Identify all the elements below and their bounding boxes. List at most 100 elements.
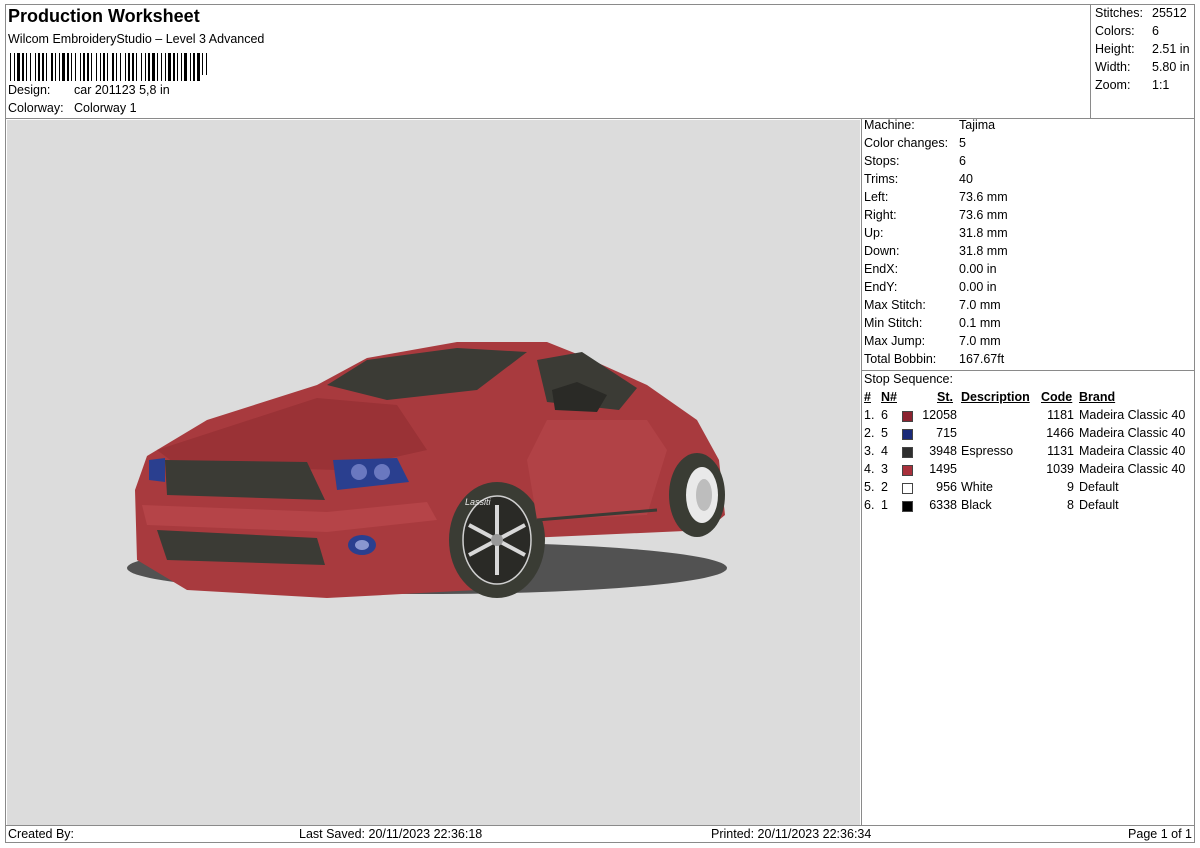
row-description: Black [961, 498, 992, 512]
height-row: Height: 2.51 in [1095, 42, 1193, 60]
row-needle: 1 [881, 498, 888, 512]
detail-value: 73.6 mm [959, 190, 1008, 204]
detail-row: Machine: Tajima [864, 118, 1194, 136]
row-num: 3. [864, 444, 875, 458]
detail-row: Trims: 40 [864, 172, 1194, 190]
zoom-value: 1:1 [1152, 78, 1170, 92]
stop-sequence-row: 3. 4 3948 Espresso 1131 Madeira Classic 40 [864, 444, 1194, 462]
stop-sequence-row: 4. 3 1495 1039 Madeira Classic 40 [864, 462, 1194, 480]
row-brand: Default [1079, 498, 1119, 512]
col-brand: Brand [1079, 390, 1116, 404]
width-row: Width: 5.80 in [1095, 60, 1193, 78]
header-divider [1090, 4, 1091, 118]
row-num: 6. [864, 498, 875, 512]
row-code: 1181 [1047, 408, 1074, 422]
detail-row: Total Bobbin: 167.67ft [864, 352, 1194, 370]
row-needle: 5 [881, 426, 888, 440]
colorway-label: Colorway: [8, 101, 64, 115]
detail-label: Left: [864, 190, 889, 204]
row-needle: 3 [881, 462, 888, 476]
design-preview: Lassiti [7, 120, 860, 825]
row-brand: Madeira Classic 40 [1079, 462, 1186, 476]
detail-label: EndY: [864, 280, 898, 294]
col-code: Code [1041, 390, 1073, 404]
wheel-brand-text: Lassiti [465, 497, 492, 507]
detail-value: 7.0 mm [959, 298, 1001, 312]
width-label: Width: [1095, 60, 1131, 74]
page-title: Production Worksheet [8, 6, 200, 26]
detail-row: EndY: 0.00 in [864, 280, 1194, 298]
stitches-label: Stitches: [1095, 6, 1143, 20]
detail-label: Color changes: [864, 136, 949, 150]
worksheet-footer: Created By: Last Saved: 20/11/2023 22:36… [5, 825, 1195, 843]
zoom-row: Zoom: 1:1 [1095, 78, 1193, 96]
stitches-value: 25512 [1152, 6, 1187, 20]
row-num: 1. [864, 408, 875, 422]
stop-sequence-row: 6. 1 6338 Black 8 Default [864, 498, 1194, 516]
detail-value: 40 [959, 172, 973, 186]
barcode-image [10, 53, 207, 81]
detail-row: Stops: 6 [864, 154, 1194, 172]
detail-label: Max Stitch: [864, 298, 926, 312]
stop-sequence-row: 1. 6 12058 1181 Madeira Classic 40 [864, 408, 1194, 426]
detail-label: Down: [864, 244, 900, 258]
detail-value: 5 [959, 136, 966, 150]
zoom-label: Zoom: [1095, 78, 1131, 92]
row-brand: Madeira Classic 40 [1079, 444, 1186, 458]
detail-label: Trims: [864, 172, 899, 186]
detail-row: Left: 73.6 mm [864, 190, 1194, 208]
printed-date: Printed: 20/11/2023 22:36:34 [711, 827, 872, 841]
col-num: # [864, 390, 871, 404]
detail-row: Color changes: 5 [864, 136, 1194, 154]
detail-label: Total Bobbin: [864, 352, 937, 366]
preview-divider [861, 118, 862, 825]
detail-row: Min Stitch: 0.1 mm [864, 316, 1194, 334]
colors-label: Colors: [1095, 24, 1135, 38]
detail-label: EndX: [864, 262, 899, 276]
col-description: Description [961, 390, 1030, 404]
color-swatch [902, 501, 913, 512]
row-num: 4. [864, 462, 875, 476]
detail-row: Right: 73.6 mm [864, 208, 1194, 226]
detail-value: 7.0 mm [959, 334, 1001, 348]
color-swatch [902, 411, 913, 422]
detail-value: 0.1 mm [959, 316, 1001, 330]
design-label: Design: [8, 83, 51, 97]
detail-value: 167.67ft [959, 352, 1005, 366]
detail-row: Max Jump: 7.0 mm [864, 334, 1194, 352]
detail-value: 73.6 mm [959, 208, 1008, 222]
page-number: Page 1 of 1 [1128, 827, 1192, 841]
row-brand: Madeira Classic 40 [1079, 426, 1186, 440]
row-num: 2. [864, 426, 875, 440]
height-value: 2.51 in [1152, 42, 1190, 56]
stop-sequence-row: 5. 2 956 White 9 Default [864, 480, 1194, 498]
row-code: 1466 [1046, 426, 1074, 440]
detail-label: Right: [864, 208, 897, 222]
row-description: Espresso [961, 444, 1014, 458]
row-description: White [961, 480, 993, 494]
created-by: Created By: [8, 827, 75, 841]
detail-label: Stops: [864, 154, 900, 168]
last-saved: Last Saved: 20/11/2023 22:36:18 [299, 827, 483, 841]
row-brand: Default [1079, 480, 1119, 494]
row-num: 5. [864, 480, 875, 494]
design-value: car 201123 5,8 in [74, 83, 170, 97]
row-brand: Madeira Classic 40 [1079, 408, 1186, 422]
row-code: 8 [1067, 498, 1074, 512]
height-label: Height: [1095, 42, 1135, 56]
row-needle: 4 [881, 444, 888, 458]
detail-row: Down: 31.8 mm [864, 244, 1194, 262]
detail-label: Up: [864, 226, 884, 240]
color-swatch [902, 465, 913, 476]
stop-sequence-title: Stop Sequence: [864, 372, 953, 386]
detail-value: Tajima [959, 118, 996, 132]
worksheet-header: Production Worksheet Wilcom EmbroiderySt… [8, 6, 1088, 118]
detail-value: 31.8 mm [959, 244, 1008, 258]
detail-row: Max Stitch: 7.0 mm [864, 298, 1194, 316]
detail-label: Min Stitch: [864, 316, 923, 330]
colorway-value: Colorway 1 [74, 101, 137, 115]
detail-label: Machine: [864, 118, 915, 132]
color-swatch [902, 429, 913, 440]
color-swatch [902, 483, 913, 494]
colors-row: Colors: 6 [1095, 24, 1193, 42]
